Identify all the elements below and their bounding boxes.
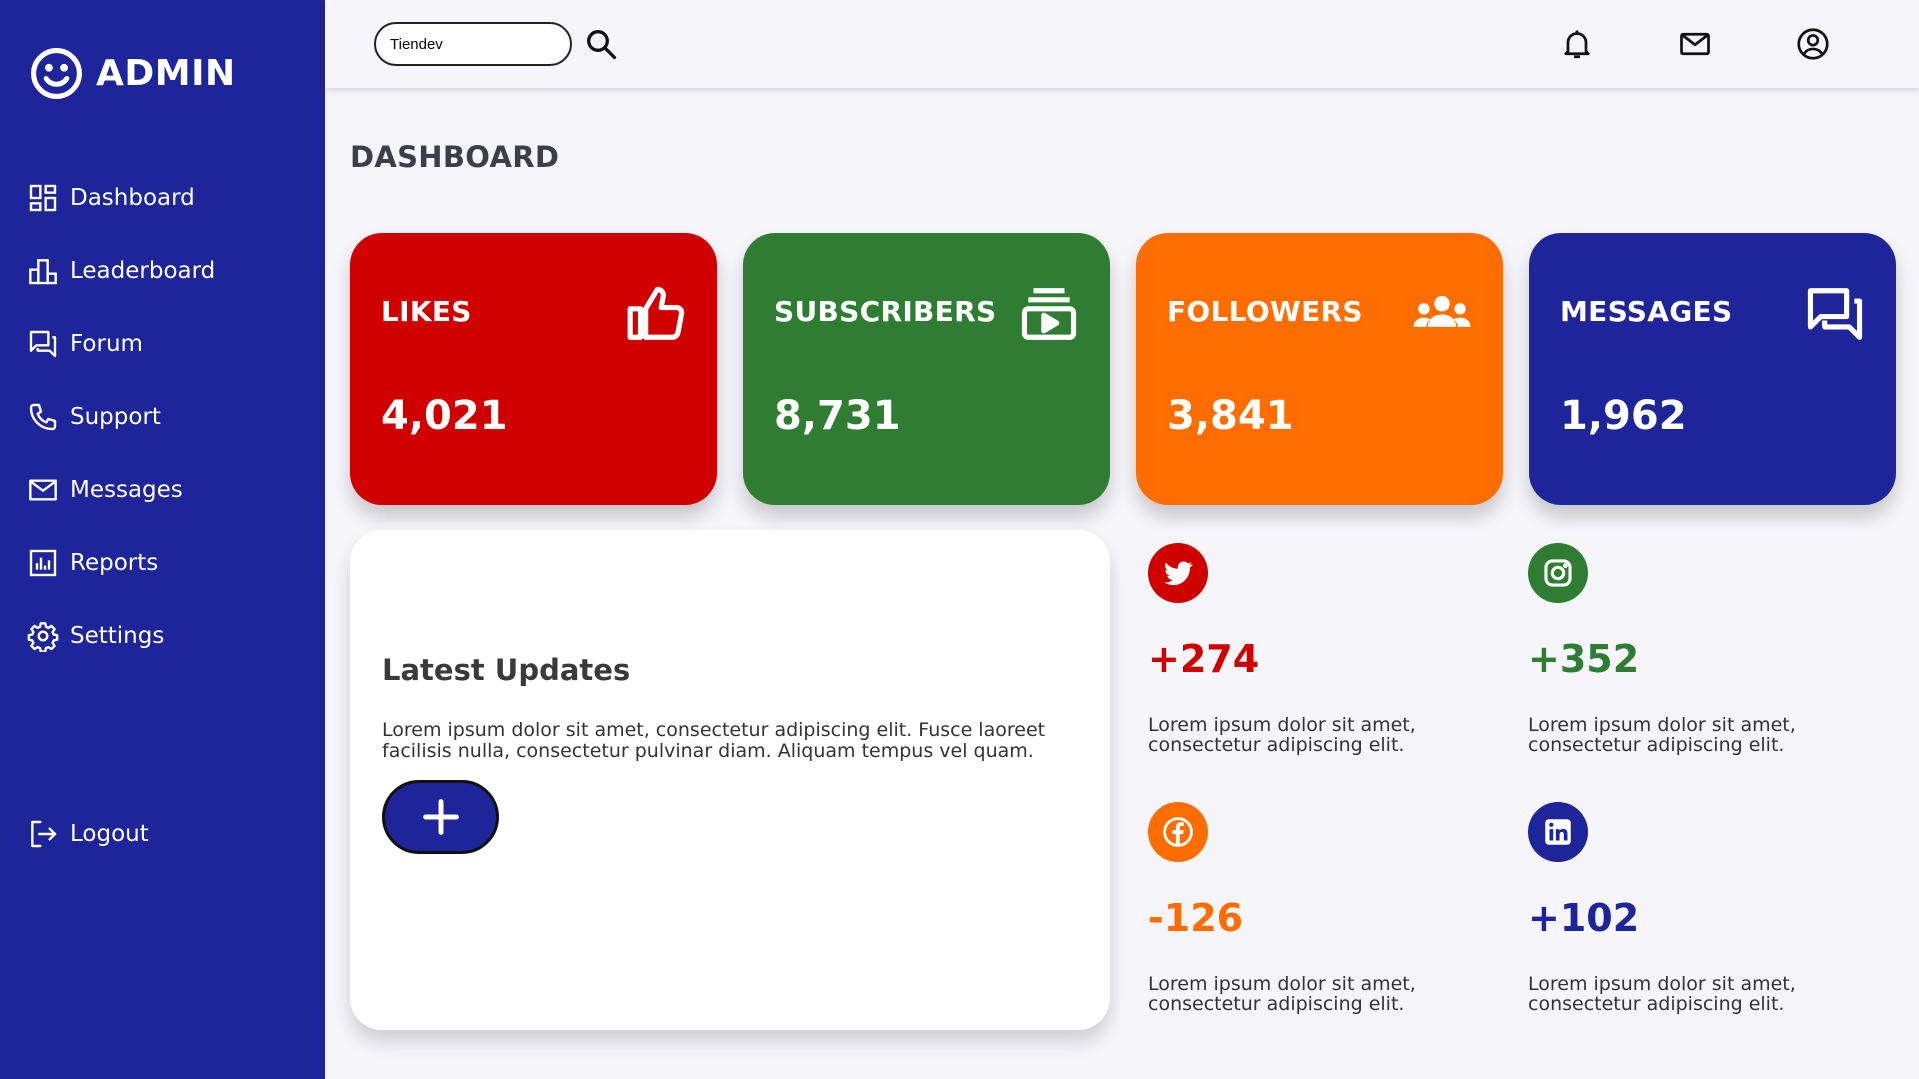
stat-label: MESSAGES: [1560, 295, 1733, 328]
group-icon: [1413, 295, 1471, 327]
stat-card-followers[interactable]: FOLLOWERS 3,841: [1136, 233, 1503, 505]
social-text: Lorem ipsum dolor sit amet, consectetur …: [1148, 973, 1416, 1015]
subscriptions-icon: [1021, 288, 1077, 340]
page-title: DASHBOARD: [350, 140, 560, 174]
twitter-button[interactable]: [1148, 543, 1208, 603]
social-value: +352: [1528, 637, 1640, 681]
social-value: +102: [1528, 896, 1640, 940]
sidebar: ADMIN Dashboard Leaderboard Forum Suppor…: [0, 0, 325, 1079]
social-value: -126: [1148, 896, 1244, 940]
facebook-button[interactable]: [1148, 802, 1208, 862]
sidebar-item-label: Messages: [70, 477, 183, 503]
thumbs-up-icon: [627, 286, 685, 340]
bell-icon[interactable]: [1559, 26, 1595, 62]
gear-icon: [27, 622, 59, 652]
leaderboard-icon: [29, 259, 57, 285]
stat-value: 3,841: [1167, 393, 1294, 439]
sidebar-item-support[interactable]: Support: [27, 397, 161, 437]
social-stat-facebook: -126 Lorem ipsum dolor sit amet, consect…: [1148, 802, 1478, 1032]
social-value: +274: [1148, 637, 1260, 681]
phone-icon: [29, 403, 57, 431]
search-icon[interactable]: [583, 26, 619, 62]
plus-icon: [422, 799, 459, 835]
mail-icon: [29, 479, 57, 501]
stat-card-subscribers[interactable]: SUBSCRIBERS 8,731: [743, 233, 1110, 505]
stat-label: SUBSCRIBERS: [774, 295, 997, 328]
twitter-icon: [1164, 561, 1193, 586]
user-circle-icon[interactable]: [1795, 26, 1831, 62]
topbar: [325, 0, 1919, 88]
brand-name: ADMIN: [96, 53, 236, 94]
social-stat-linkedin: +102 Lorem ipsum dolor sit amet, consect…: [1528, 802, 1858, 1032]
social-stat-instagram: +352 Lorem ipsum dolor sit amet, consect…: [1528, 543, 1858, 773]
latest-updates-card: Latest Updates Lorem ipsum dolor sit ame…: [350, 530, 1110, 1030]
sidebar-item-label: Reports: [70, 550, 159, 576]
instagram-button[interactable]: [1528, 543, 1588, 603]
instagram-icon: [1544, 559, 1572, 587]
sidebar-logout-label: Logout: [70, 821, 149, 847]
stat-value: 1,962: [1560, 393, 1687, 439]
sidebar-item-logout[interactable]: Logout: [27, 814, 149, 854]
sidebar-item-label: Dashboard: [70, 185, 195, 211]
social-stat-twitter: +274 Lorem ipsum dolor sit amet, consect…: [1148, 543, 1478, 773]
stat-card-messages[interactable]: MESSAGES 1,962: [1529, 233, 1896, 505]
sidebar-item-forum[interactable]: Forum: [27, 324, 143, 364]
mail-icon[interactable]: [1677, 26, 1713, 62]
report-chart-icon: [29, 549, 57, 577]
forum-icon: [29, 330, 57, 358]
brand-logo[interactable]: ADMIN: [29, 46, 236, 101]
sidebar-item-reports[interactable]: Reports: [27, 543, 158, 583]
sidebar-item-leaderboard[interactable]: Leaderboard: [27, 251, 215, 291]
sidebar-item-label: Support: [70, 404, 161, 430]
stat-label: LIKES: [381, 295, 472, 328]
sidebar-item-dashboard[interactable]: Dashboard: [27, 178, 195, 218]
linkedin-button[interactable]: [1528, 802, 1588, 862]
updates-text: Lorem ipsum dolor sit amet, consectetur …: [382, 719, 1046, 762]
social-text: Lorem ipsum dolor sit amet, consectetur …: [1528, 714, 1796, 756]
social-text: Lorem ipsum dolor sit amet, consectetur …: [1148, 714, 1416, 756]
smiley-icon: [31, 48, 82, 99]
stat-card-likes[interactable]: LIKES 4,021: [350, 233, 717, 505]
linkedin-icon: [1545, 819, 1571, 845]
chat-icon: [1807, 288, 1863, 340]
sidebar-item-messages[interactable]: Messages: [27, 470, 183, 510]
add-button[interactable]: [382, 780, 499, 854]
stat-label: FOLLOWERS: [1167, 295, 1363, 328]
facebook-icon: [1163, 817, 1193, 847]
logout-icon: [31, 820, 57, 848]
stat-value: 8,731: [774, 393, 901, 439]
social-text: Lorem ipsum dolor sit amet, consectetur …: [1528, 973, 1796, 1015]
sidebar-item-label: Leaderboard: [70, 258, 216, 284]
stat-value: 4,021: [381, 393, 508, 439]
sidebar-item-label: Forum: [70, 331, 143, 357]
dashboard-icon: [29, 184, 57, 212]
sidebar-item-settings[interactable]: Settings: [27, 616, 164, 656]
sidebar-item-label: Settings: [70, 623, 165, 649]
search-input[interactable]: [374, 22, 572, 66]
updates-title: Latest Updates: [382, 653, 631, 687]
